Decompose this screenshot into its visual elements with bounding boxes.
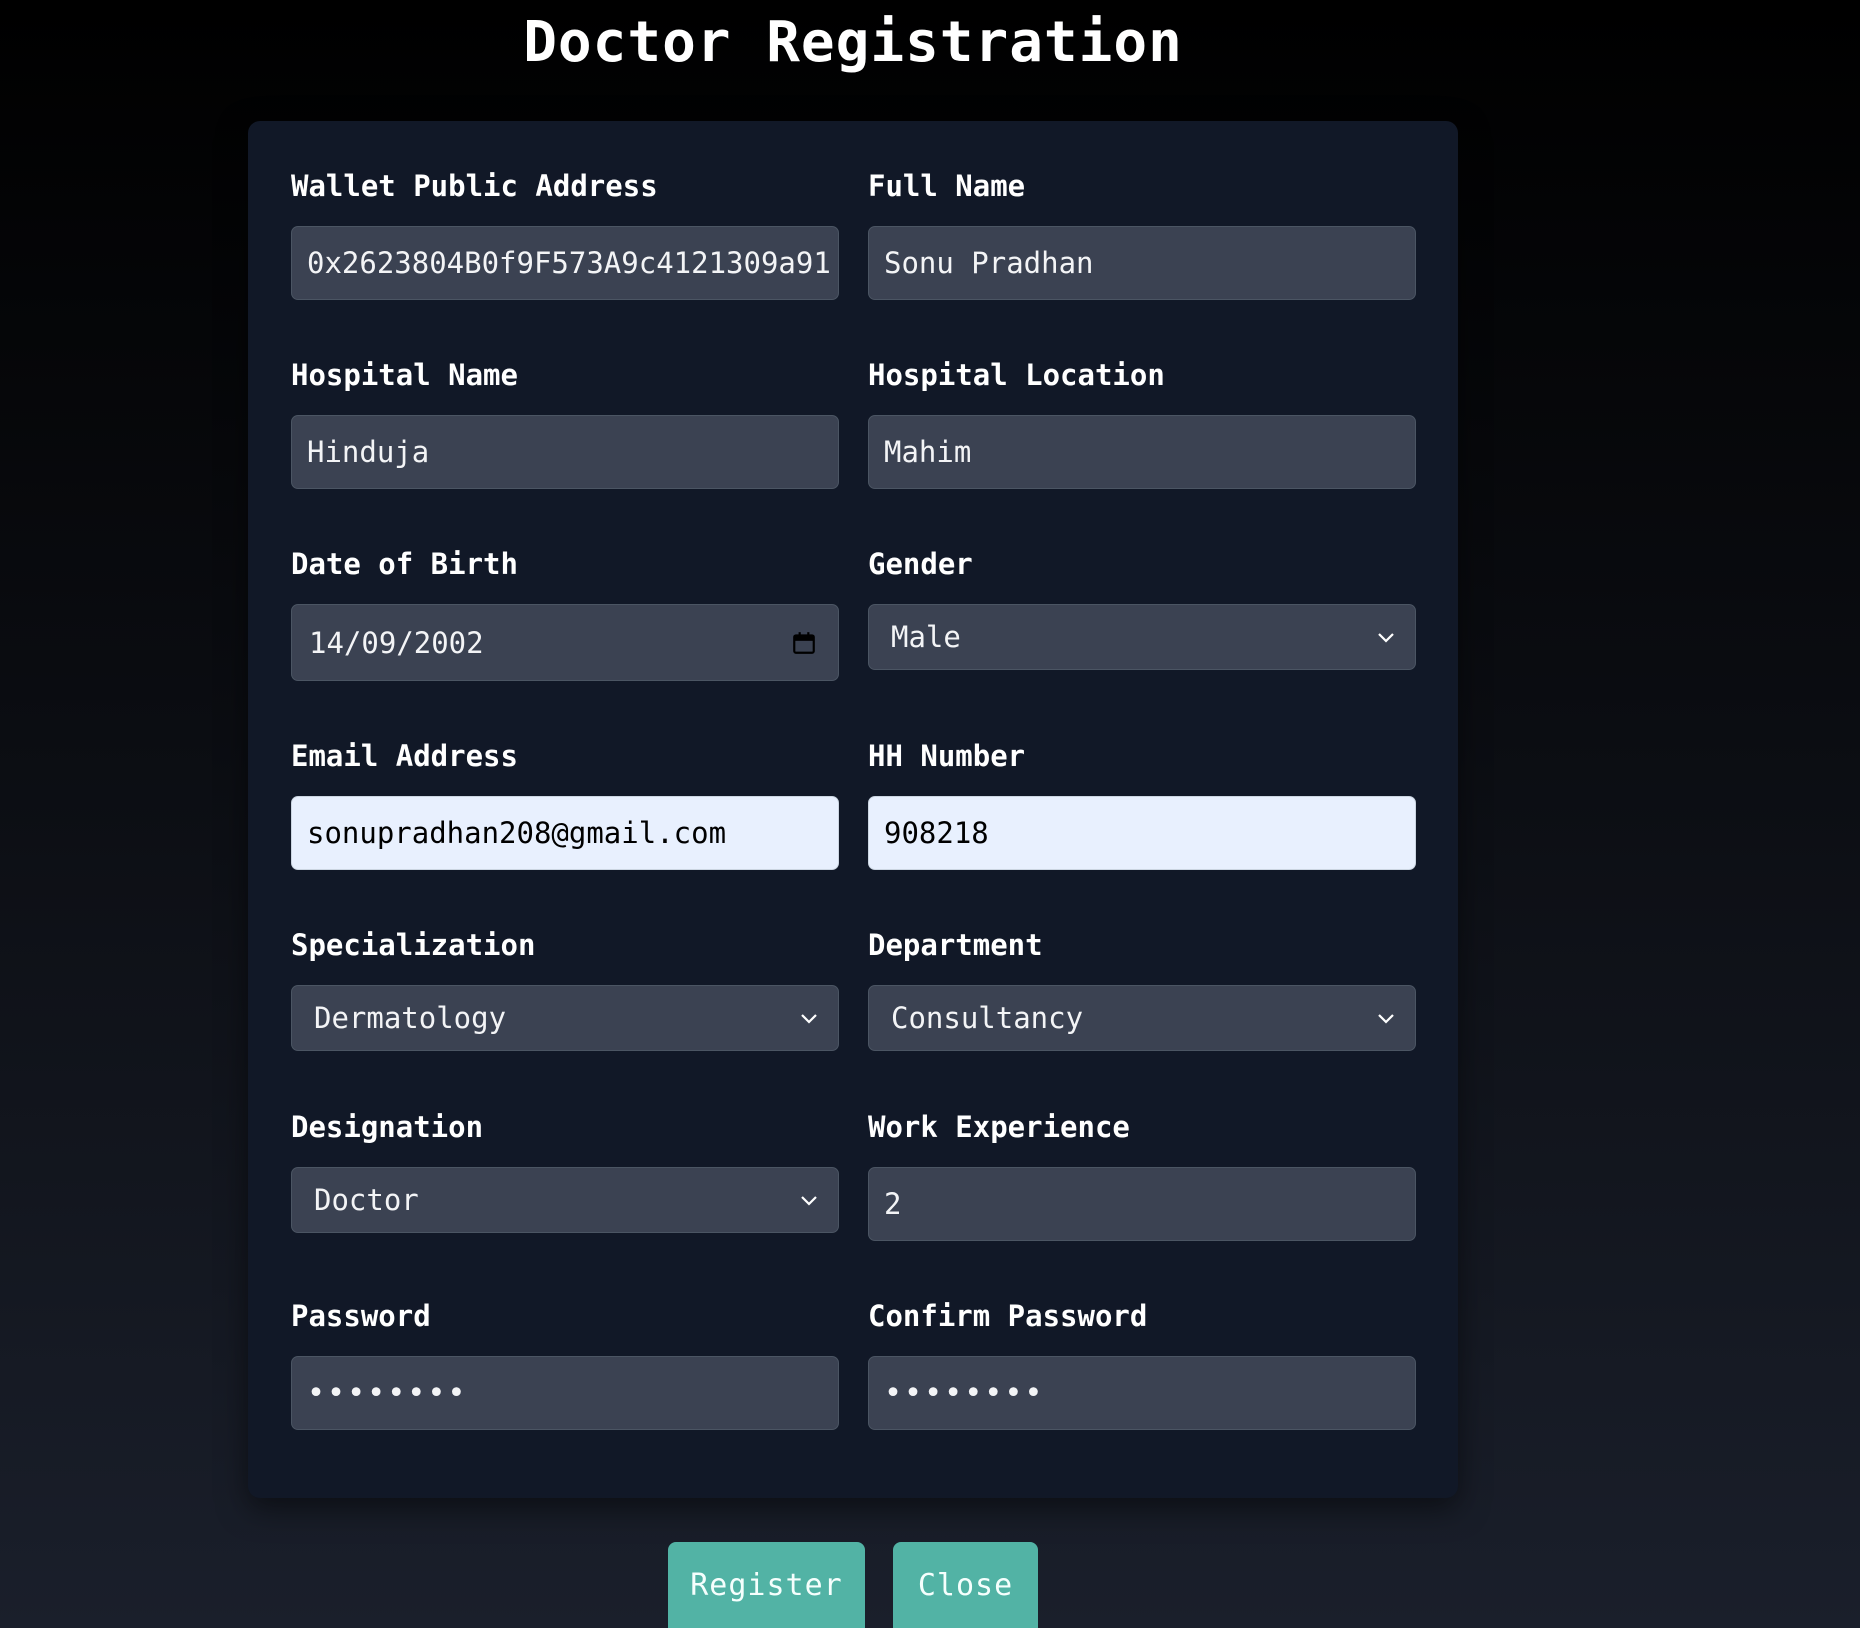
page-title: Doctor Registration	[523, 10, 1183, 75]
designation-value: Doctor	[314, 1183, 419, 1217]
dob-field: Date of Birth 14/09/2002	[291, 544, 839, 681]
confirm-password-label: Confirm Password	[868, 1299, 1148, 1333]
designation-label: Designation	[291, 1110, 484, 1144]
hospital-location-label: Hospital Location	[868, 358, 1165, 392]
email-field: Email Address sonupradhan208@gmail.com	[291, 736, 839, 870]
hospital-location-field: Hospital Location Mahim	[868, 355, 1416, 489]
registration-form-card: Wallet Public Address 0x2623804B0f9F573A…	[248, 121, 1458, 1498]
hospital-location-input[interactable]: Mahim	[868, 415, 1416, 489]
chevron-down-icon	[801, 1014, 817, 1024]
email-input[interactable]: sonupradhan208@gmail.com	[291, 796, 839, 870]
password-input[interactable]: ••••••••	[291, 1356, 839, 1430]
confirm-password-field: Confirm Password ••••••••	[868, 1296, 1416, 1430]
department-field: Department Consultancy	[868, 925, 1416, 1051]
department-label: Department	[868, 928, 1043, 962]
register-button[interactable]: Register	[668, 1542, 865, 1628]
specialization-value: Dermatology	[314, 1001, 507, 1035]
specialization-label: Specialization	[291, 928, 536, 962]
hospital-name-label: Hospital Name	[291, 358, 518, 392]
hh-number-input[interactable]: 908218	[868, 796, 1416, 870]
dob-value: 14/09/2002	[309, 625, 484, 660]
gender-field: Gender Male	[868, 544, 1416, 670]
designation-select[interactable]: Doctor	[291, 1167, 839, 1233]
hospital-name-input[interactable]: Hinduja	[291, 415, 839, 489]
dob-label: Date of Birth	[291, 547, 518, 581]
department-select[interactable]: Consultancy	[868, 985, 1416, 1051]
wallet-address-field: Wallet Public Address 0x2623804B0f9F573A…	[291, 166, 839, 300]
email-label: Email Address	[291, 739, 518, 773]
gender-value: Male	[891, 620, 961, 654]
full-name-field: Full Name Sonu Pradhan	[868, 166, 1416, 300]
work-experience-label: Work Experience	[868, 1110, 1130, 1144]
close-button[interactable]: Close	[893, 1542, 1038, 1628]
gender-select[interactable]: Male	[868, 604, 1416, 670]
full-name-label: Full Name	[868, 169, 1026, 203]
wallet-address-label: Wallet Public Address	[291, 169, 658, 203]
gender-label: Gender	[868, 547, 973, 581]
full-name-input[interactable]: Sonu Pradhan	[868, 226, 1416, 300]
password-field: Password ••••••••	[291, 1296, 839, 1430]
password-label: Password	[291, 1299, 431, 1333]
chevron-down-icon	[801, 1196, 817, 1206]
hh-number-label: HH Number	[868, 739, 1026, 773]
specialization-field: Specialization Dermatology	[291, 925, 839, 1051]
work-experience-field: Work Experience 2	[868, 1107, 1416, 1241]
calendar-icon[interactable]	[791, 629, 817, 657]
department-value: Consultancy	[891, 1001, 1084, 1035]
hospital-name-field: Hospital Name Hinduja	[291, 355, 839, 489]
hh-number-field: HH Number 908218	[868, 736, 1416, 870]
dob-input[interactable]: 14/09/2002	[291, 604, 839, 681]
designation-field: Designation Doctor	[291, 1107, 839, 1233]
chevron-down-icon	[1378, 1014, 1394, 1024]
work-experience-input[interactable]: 2	[868, 1167, 1416, 1241]
specialization-select[interactable]: Dermatology	[291, 985, 839, 1051]
confirm-password-input[interactable]: ••••••••	[868, 1356, 1416, 1430]
wallet-address-input[interactable]: 0x2623804B0f9F573A9c4121309a91	[291, 226, 839, 300]
chevron-down-icon	[1378, 633, 1394, 643]
